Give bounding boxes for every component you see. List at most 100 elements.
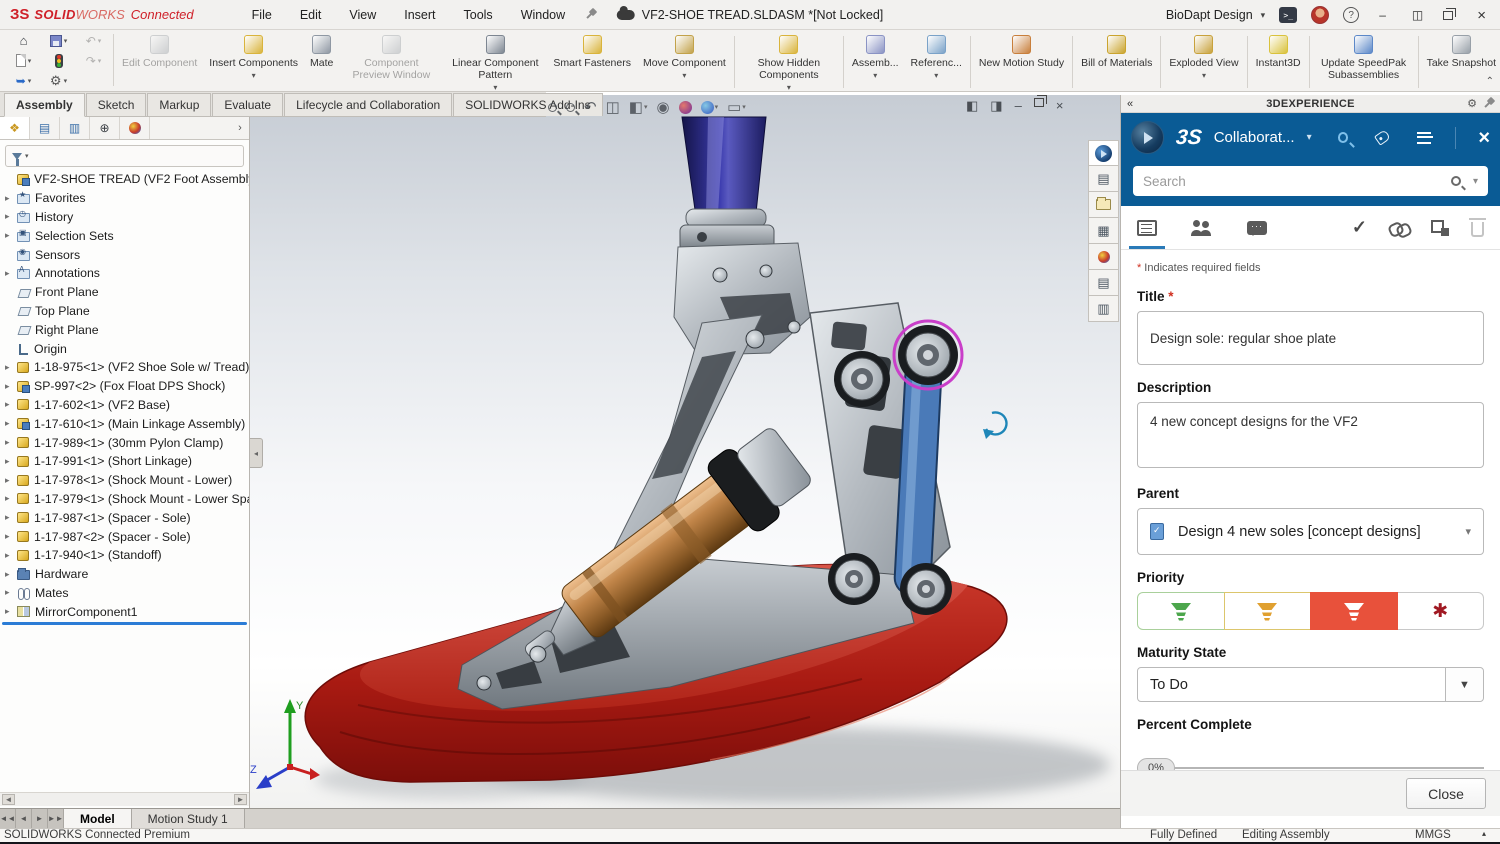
taskpane-tab-3dexperience[interactable] [1088,140,1119,166]
tree-item-21[interactable]: ▸ Hardware [0,565,249,584]
tree-item-5[interactable]: ▸ A Annotations [0,264,249,283]
tree-item-18[interactable]: ▸ 1-17-987<1> (Spacer - Sole) [0,508,249,527]
tree-item-6[interactable]: Front Plane [0,283,249,302]
slider-track[interactable] [1169,767,1484,769]
scroll-left-button[interactable]: ◄ [2,794,15,805]
app-name[interactable]: Collaborat... [1214,129,1295,146]
linear-component-pattern-button[interactable]: Linear Component Pattern ▾ [443,33,547,91]
tab-comments[interactable]: ··· [1247,206,1267,249]
collapse-ribbon-icon[interactable]: ⌃ [1486,76,1494,87]
tab-sketch[interactable]: Sketch [85,93,147,116]
dropdown-caret-icon[interactable]: ▾ [1202,70,1206,82]
tree-item-19[interactable]: ▸ 1-17-987<2> (Spacer - Sole) [0,527,249,546]
tree-item-12[interactable]: ▸ 1-17-602<1> (VF2 Base) [0,396,249,415]
maturity-select[interactable]: To Do ▼ [1137,667,1484,702]
status-units[interactable]: MMGS [1415,829,1451,841]
priority-urgent-button[interactable]: ✱ [1396,592,1484,630]
dropdown-caret-icon[interactable]: ▾ [934,70,938,82]
search-input[interactable] [1143,173,1451,189]
tree-item-16[interactable]: ▸ 1-17-978<1> (Shock Mount - Lower) [0,471,249,490]
dropdown-caret-icon[interactable]: ▾ [28,77,32,85]
menu-view[interactable]: View [337,4,388,26]
previous-tab-button[interactable]: ◄ [16,809,32,828]
tree-item-3[interactable]: ▸ ▣ Selection Sets [0,226,249,245]
zoom-to-area-icon[interactable] [566,102,575,112]
search-icon[interactable] [1337,132,1348,143]
last-tab-button[interactable]: ►► [48,809,64,828]
expand-arrow-icon[interactable]: ▸ [5,437,17,448]
tree-tab-property-manager[interactable]: ▤ [30,117,60,139]
title-field[interactable] [1137,311,1484,365]
bill-of-materials-button[interactable]: Bill of Materials [1075,33,1158,91]
move-component-button[interactable]: Move Component ▾ [637,33,732,91]
insert-components-button[interactable]: Insert Components ▾ [203,33,304,91]
percent-complete-slider[interactable]: 0% [1137,758,1484,770]
section-view-icon[interactable]: ◫ [606,98,620,116]
expand-arrow-icon[interactable]: ▸ [5,606,17,617]
rebuild-button[interactable] [41,51,76,71]
expand-arrow-icon[interactable]: ▸ [5,550,17,561]
tree-item-9[interactable]: Origin [0,339,249,358]
taskpane-tab-file-explorer[interactable] [1088,192,1119,218]
minimize-button[interactable]: – [1373,8,1392,22]
collapse-tree-panel-button[interactable]: ◂ [250,438,263,468]
search-icon[interactable] [1450,176,1461,186]
tree-item-14[interactable]: ▸ 1-17-989<1> (30mm Pylon Clamp) [0,433,249,452]
expand-arrow-icon[interactable]: ▸ [5,381,17,392]
description-field[interactable]: 4 new concept designs for the VF2 [1137,402,1484,468]
tree-item-13[interactable]: ▸ 1-17-610<1> (Main Linkage Assembly) [0,414,249,433]
edit-appearance-icon[interactable] [678,100,692,114]
taskpane-tab-solidworks-resources[interactable]: ▤ [1088,166,1119,192]
update-speedpak-button[interactable]: Update SpeedPak Subassemblies [1312,33,1416,91]
dropdown-caret-icon[interactable]: ▾ [742,103,746,111]
expand-arrow-icon[interactable]: ▸ [5,362,17,373]
panel-settings-icon[interactable]: ⚙ [1467,97,1477,110]
tree-item-22[interactable]: ▸ Mates [0,584,249,603]
tree-item-1[interactable]: ▸ ★ Favorites [0,189,249,208]
tree-tab-dimxpert-manager[interactable]: ⊕ [90,117,120,139]
smart-fasteners-button[interactable]: Smart Fasteners [547,33,637,91]
restore-document-button[interactable] [1033,95,1047,107]
hide-show-items-icon[interactable]: ◉ [656,98,669,116]
menu-tools[interactable]: Tools [452,4,505,26]
close-button[interactable]: × [1471,7,1492,24]
dropdown-caret-icon[interactable]: ▾ [64,77,68,85]
tile-right-document-button[interactable]: ◨ [990,98,1002,114]
save-button[interactable]: ▾ [41,31,76,51]
tab-motion-study-1[interactable]: Motion Study 1 [131,809,245,828]
taskpane-tab-custom-properties[interactable]: ▤ [1088,270,1119,296]
view-settings-icon[interactable]: ▭ ▾ [727,98,746,116]
tab-members[interactable] [1191,206,1213,249]
collapse-panel-icon[interactable]: « [1127,98,1133,110]
home-button[interactable] [6,31,41,51]
tree-item-11[interactable]: ▸ SP-997<2> (Fox Float DPS Shock) [0,377,249,396]
app-launcher-icon[interactable]: >_ [1279,7,1298,23]
tree-tab-configuration-manager[interactable]: ▥ [60,117,90,139]
restore-button[interactable] [1443,7,1457,20]
expand-arrow-icon[interactable]: ▸ [5,587,17,598]
graphics-viewport[interactable]: Y Z [250,95,1124,808]
tab-evaluate[interactable]: Evaluate [212,93,284,116]
tree-tabs-overflow-icon[interactable]: › [231,117,249,139]
tree-filter[interactable]: ▾ [5,145,244,167]
chevron-down-icon[interactable]: ▾ [1307,132,1312,143]
scroll-right-button[interactable]: ► [234,794,247,805]
reference-geometry-button[interactable]: Referenc... ▾ [905,33,968,91]
expand-arrow-icon[interactable]: ▸ [5,493,17,504]
apply-scene-icon[interactable]: ▾ [700,100,718,114]
close-document-button[interactable]: × [1056,98,1064,114]
dropdown-caret-icon[interactable]: ▾ [873,70,877,82]
tree-item-10[interactable]: ▸ 1-18-975<1> (VF2 Shoe Sole w/ Tread) [0,358,249,377]
expand-arrow-icon[interactable]: ▸ [5,569,17,580]
dock-window-button[interactable]: ◫ [1406,8,1429,22]
expand-arrow-icon[interactable]: ▸ [5,268,17,279]
dropdown-caret-icon[interactable]: ▾ [682,70,686,82]
minimize-document-button[interactable]: – [1015,98,1022,114]
first-tab-button[interactable]: ◄◄ [0,809,16,828]
priority-medium-button[interactable] [1223,592,1311,630]
next-tab-button[interactable]: ► [32,809,48,828]
expand-arrow-icon[interactable]: ▸ [5,418,17,429]
expand-arrow-icon[interactable]: ▸ [5,230,17,241]
tab-model[interactable]: Model [64,809,132,828]
chevron-down-icon[interactable]: ▾ [1473,176,1478,187]
